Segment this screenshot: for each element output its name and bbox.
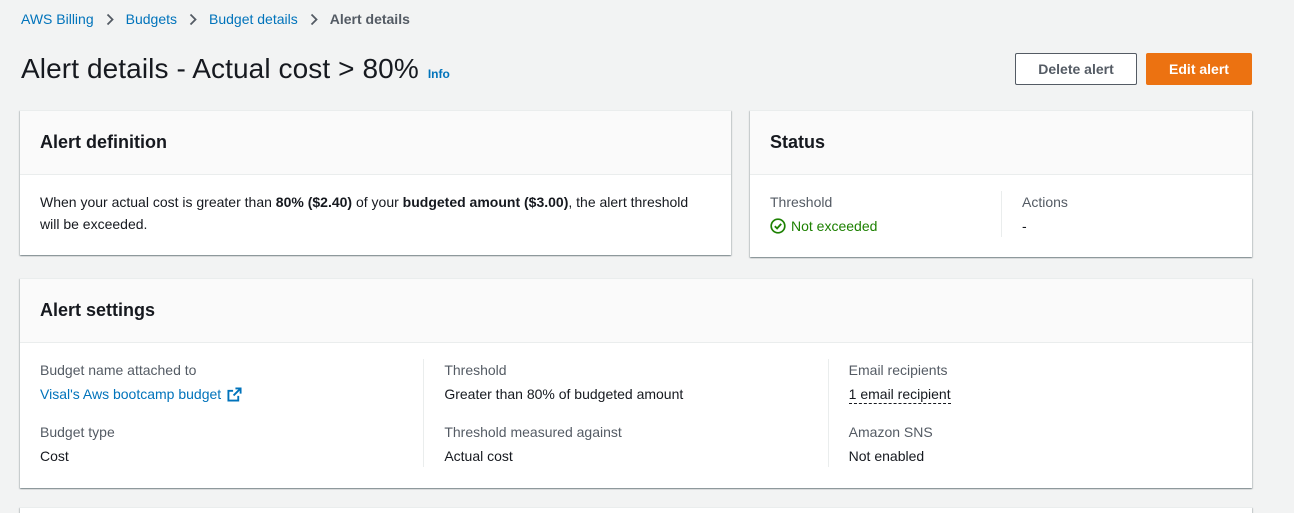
chevron-right-icon [298,13,330,26]
definition-threshold-amount: 80% ($2.40) [275,194,353,210]
card-header: Status [750,111,1252,175]
chevron-right-icon [94,13,126,26]
info-link[interactable]: Info [428,67,450,81]
breadcrumb: AWS Billing Budgets Budget details Alert… [21,10,410,28]
breadcrumb-budgets[interactable]: Budgets [126,11,177,27]
budget-type-item: Budget type Cost [40,421,403,467]
definition-text-part: of your [352,194,403,210]
breadcrumb-current: Alert details [329,11,410,27]
budget-name-item: Budget name attached to Visal's Aws boot… [40,359,403,405]
page-header: Alert details - Actual cost > 80% Info D… [21,48,1252,90]
definition-budgeted-amount: budgeted amount ($3.00) [402,194,569,210]
status-grid: Threshold Not exceeded Actions - [770,191,1232,237]
breadcrumb-aws-billing[interactable]: AWS Billing [21,11,94,27]
email-label: Email recipients [848,362,948,378]
card-header: Alert settings [20,279,1252,343]
alert-definition-text: When your actual cost is greater than 80… [40,175,711,235]
settings-column-budget: Budget name attached to Visal's Aws boot… [40,359,423,467]
card-title: Alert definition [40,132,167,152]
header-actions: Delete alert Edit alert [1015,53,1252,85]
measured-item: Threshold measured against Actual cost [444,421,807,467]
threshold-status-text: Not exceeded [791,218,878,234]
page-title: Alert details - Actual cost > 80% [21,53,419,84]
actions-label: Actions [1022,194,1068,210]
next-card-partial [20,507,1252,513]
measured-value: Actual cost [444,448,513,464]
breadcrumb-budget-details[interactable]: Budget details [209,11,298,27]
status-actions: Actions - [1001,191,1232,237]
settings-column-threshold: Threshold Greater than 80% of budgeted a… [423,359,827,467]
threshold-value: Greater than 80% of budgeted amount [444,386,684,402]
email-item: Email recipients 1 email recipient [848,359,1212,405]
budget-name-value: Visal's Aws bootcamp budget [40,383,403,405]
actions-value: - [1022,218,1027,234]
email-recipients-popover[interactable]: 1 email recipient [848,385,951,404]
card-body: Threshold Not exceeded Actions - [750,175,1252,257]
budget-name-label: Budget name attached to [40,362,197,378]
alert-settings-card: Alert settings Budget name attached to V… [20,278,1252,488]
budget-type-value: Cost [40,448,69,464]
settings-grid: Budget name attached to Visal's Aws boot… [40,359,1232,467]
card-title: Alert settings [40,300,156,320]
card-header: Alert definition [20,111,731,175]
status-card: Status Threshold Not exceeded Actions - [750,110,1252,257]
settings-column-notifications: Email recipients 1 email recipient Amazo… [827,359,1232,467]
external-link-icon [227,386,242,402]
status-threshold: Threshold Not exceeded [770,191,1001,237]
sns-label: Amazon SNS [848,424,933,440]
budget-name-link[interactable]: Visal's Aws bootcamp budget [40,383,242,405]
card-body: When your actual cost is greater than 80… [20,175,731,255]
card-title: Status [770,132,826,152]
measured-label: Threshold measured against [444,424,622,440]
threshold-status: Not exceeded [770,215,877,237]
budget-name-link-text: Visal's Aws bootcamp budget [40,386,222,402]
threshold-label: Threshold [444,362,507,378]
edit-alert-button[interactable]: Edit alert [1146,53,1252,85]
email-value: 1 email recipient [848,383,1212,405]
budget-type-label: Budget type [40,424,115,440]
threshold-item: Threshold Greater than 80% of budgeted a… [444,359,807,405]
card-body: Budget name attached to Visal's Aws boot… [20,343,1252,487]
sns-item: Amazon SNS Not enabled [849,421,1212,467]
threshold-label: Threshold [770,194,833,210]
check-circle-icon [770,218,786,234]
delete-alert-button[interactable]: Delete alert [1015,53,1137,85]
alert-definition-card: Alert definition When your actual cost i… [20,110,731,255]
sns-value: Not enabled [848,448,925,464]
definition-text-part: When your actual cost is greater than [40,194,276,210]
chevron-right-icon [177,13,209,26]
